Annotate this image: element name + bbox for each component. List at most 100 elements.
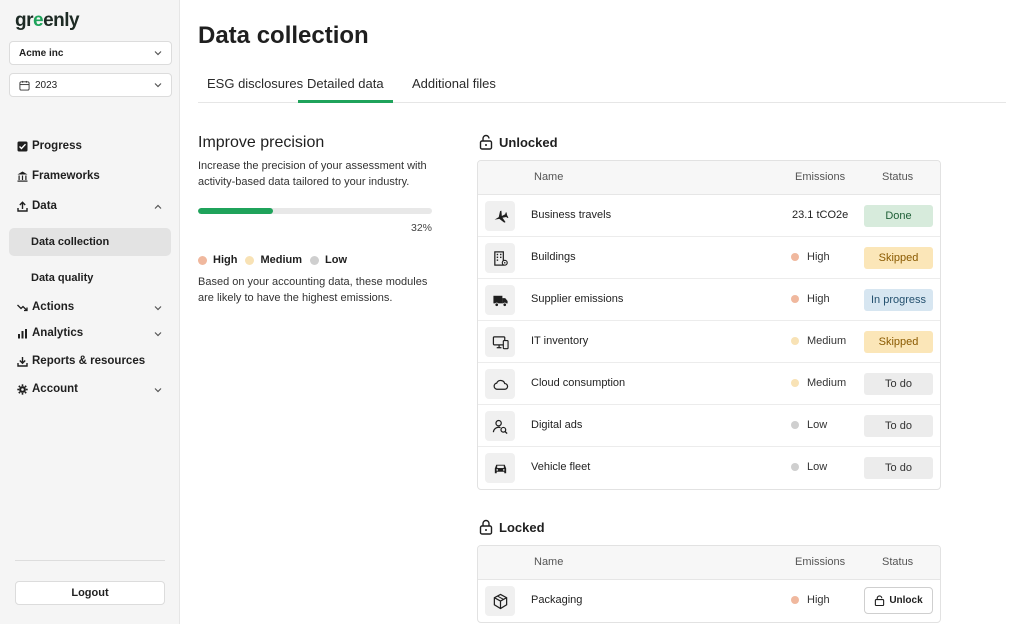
row-emissions-label: High: [807, 251, 830, 263]
column-emissions: Emissions: [795, 556, 846, 568]
nav-actions[interactable]: Actions: [17, 301, 171, 313]
table-row[interactable]: Digital ads Low To do: [478, 405, 940, 447]
row-name: Buildings: [531, 251, 576, 263]
legend-high-label: High: [213, 254, 238, 266]
chevron-up-icon: [154, 204, 162, 209]
nav-analytics-label: Analytics: [32, 327, 84, 339]
table-row[interactable]: Supplier emissions High In progress: [478, 279, 940, 321]
medium-dot-icon: [791, 379, 799, 387]
building-icon: [485, 243, 515, 273]
year-select-value: 2023: [35, 79, 58, 91]
high-dot-icon: [791, 295, 799, 303]
nav-reports-resources[interactable]: Reports & resources: [17, 355, 145, 367]
nav-actions-label: Actions: [32, 301, 75, 313]
high-dot-icon: [791, 253, 799, 261]
chevron-down-icon: [154, 83, 162, 88]
nav-reports-label: Reports & resources: [32, 355, 146, 367]
unlocked-table-header: Name Emissions Status: [478, 161, 940, 195]
row-name: Digital ads: [531, 419, 583, 431]
nav-data-collection[interactable]: Data collection: [9, 228, 171, 256]
logout-button[interactable]: Logout: [15, 581, 165, 605]
cloud-icon: [485, 369, 515, 399]
row-emissions-label: Medium: [807, 377, 847, 389]
table-row[interactable]: Buildings High Skipped: [478, 237, 940, 279]
legend-high: High: [198, 254, 237, 266]
status-badge[interactable]: Done: [864, 205, 933, 227]
status-badge[interactable]: To do: [864, 373, 933, 395]
row-name: Cloud consumption: [531, 377, 626, 389]
sidebar: greenly Acme inc 2023 Progress Framework…: [0, 0, 180, 624]
row-name: Business travels: [531, 209, 612, 221]
status-badge[interactable]: In progress: [864, 289, 933, 311]
download-icon: [17, 356, 28, 367]
legend-medium-label: Medium: [260, 254, 303, 266]
status-badge[interactable]: Skipped: [864, 331, 933, 353]
locked-title: Locked: [499, 519, 545, 535]
trend-down-icon: [17, 304, 28, 311]
tab-detailed-data[interactable]: Detailed data: [298, 76, 393, 103]
nav-data-quality[interactable]: Data quality: [9, 264, 171, 292]
row-emissions: High: [791, 293, 830, 305]
row-name: IT inventory: [531, 335, 589, 347]
row-emissions: High: [791, 251, 830, 263]
status-badge[interactable]: To do: [864, 457, 933, 479]
nav-account[interactable]: Account: [17, 383, 171, 395]
unlocked-section-title: Unlocked: [478, 134, 558, 150]
nav-analytics[interactable]: Analytics: [17, 327, 171, 339]
chevron-down-icon: [154, 388, 162, 393]
table-row[interactable]: Business travels 23.1 tCO2e Done: [478, 195, 940, 237]
chevron-down-icon: [154, 332, 162, 337]
table-row[interactable]: Packaging High Unlock: [478, 580, 940, 622]
checkbox-icon: [17, 141, 28, 151]
column-emissions: Emissions: [795, 171, 846, 183]
unlock-button[interactable]: Unlock: [864, 587, 933, 614]
company-select[interactable]: Acme inc: [9, 41, 172, 65]
chevron-down-icon: [154, 306, 162, 311]
ads-icon: [485, 411, 515, 441]
low-dot-icon: [310, 255, 320, 265]
chevron-down-icon: [154, 51, 162, 56]
row-name: Vehicle fleet: [531, 461, 591, 473]
truck-icon: [485, 285, 515, 315]
row-name: Packaging: [531, 594, 583, 606]
high-dot-icon: [198, 255, 207, 265]
row-emissions-label: High: [807, 293, 830, 305]
row-emissions: Medium: [791, 335, 846, 347]
legend-low: Low: [310, 254, 347, 266]
nav-data[interactable]: Data: [17, 200, 171, 212]
row-name: Supplier emissions: [531, 293, 624, 305]
high-dot-icon: [791, 596, 799, 604]
unlock-padlock-icon: [875, 595, 885, 606]
bar-chart-icon: [18, 328, 27, 338]
nav-progress-label: Progress: [32, 140, 82, 152]
tab-esg-disclosures[interactable]: ESG disclosures: [207, 76, 303, 103]
sidebar-divider: [15, 560, 165, 561]
low-dot-icon: [791, 421, 799, 429]
table-row[interactable]: IT inventory Medium Skipped: [478, 321, 940, 363]
table-row[interactable]: Cloud consumption Medium To do: [478, 363, 940, 405]
devices-icon: [485, 327, 515, 357]
upload-icon: [17, 200, 28, 212]
column-status: Status: [882, 556, 914, 568]
tab-additional-files[interactable]: Additional files: [412, 76, 496, 103]
car-icon: [485, 453, 515, 483]
bank-icon: [17, 171, 28, 182]
nav-data-label: Data: [32, 200, 57, 212]
status-badge[interactable]: Skipped: [864, 247, 933, 269]
table-row[interactable]: Vehicle fleet Low To do: [478, 447, 940, 489]
nav-frameworks[interactable]: Frameworks: [17, 170, 100, 182]
greenly-logo[interactable]: greenly: [15, 10, 80, 32]
unlocked-padlock-icon: [479, 134, 493, 150]
status-badge[interactable]: To do: [864, 415, 933, 437]
plane-icon: [485, 201, 515, 231]
nav-progress[interactable]: Progress: [17, 140, 82, 152]
box-icon: [485, 586, 515, 616]
row-emissions-value: 23.1 tCO2e: [792, 209, 849, 221]
year-select[interactable]: 2023: [9, 73, 172, 97]
nav-account-label: Account: [32, 383, 78, 395]
column-name: Name: [534, 171, 564, 183]
legend-low-label: Low: [325, 254, 348, 266]
unlock-button-label: Unlock: [889, 595, 923, 606]
page-title: Data collection: [198, 22, 369, 49]
nav-frameworks-label: Frameworks: [32, 170, 100, 182]
